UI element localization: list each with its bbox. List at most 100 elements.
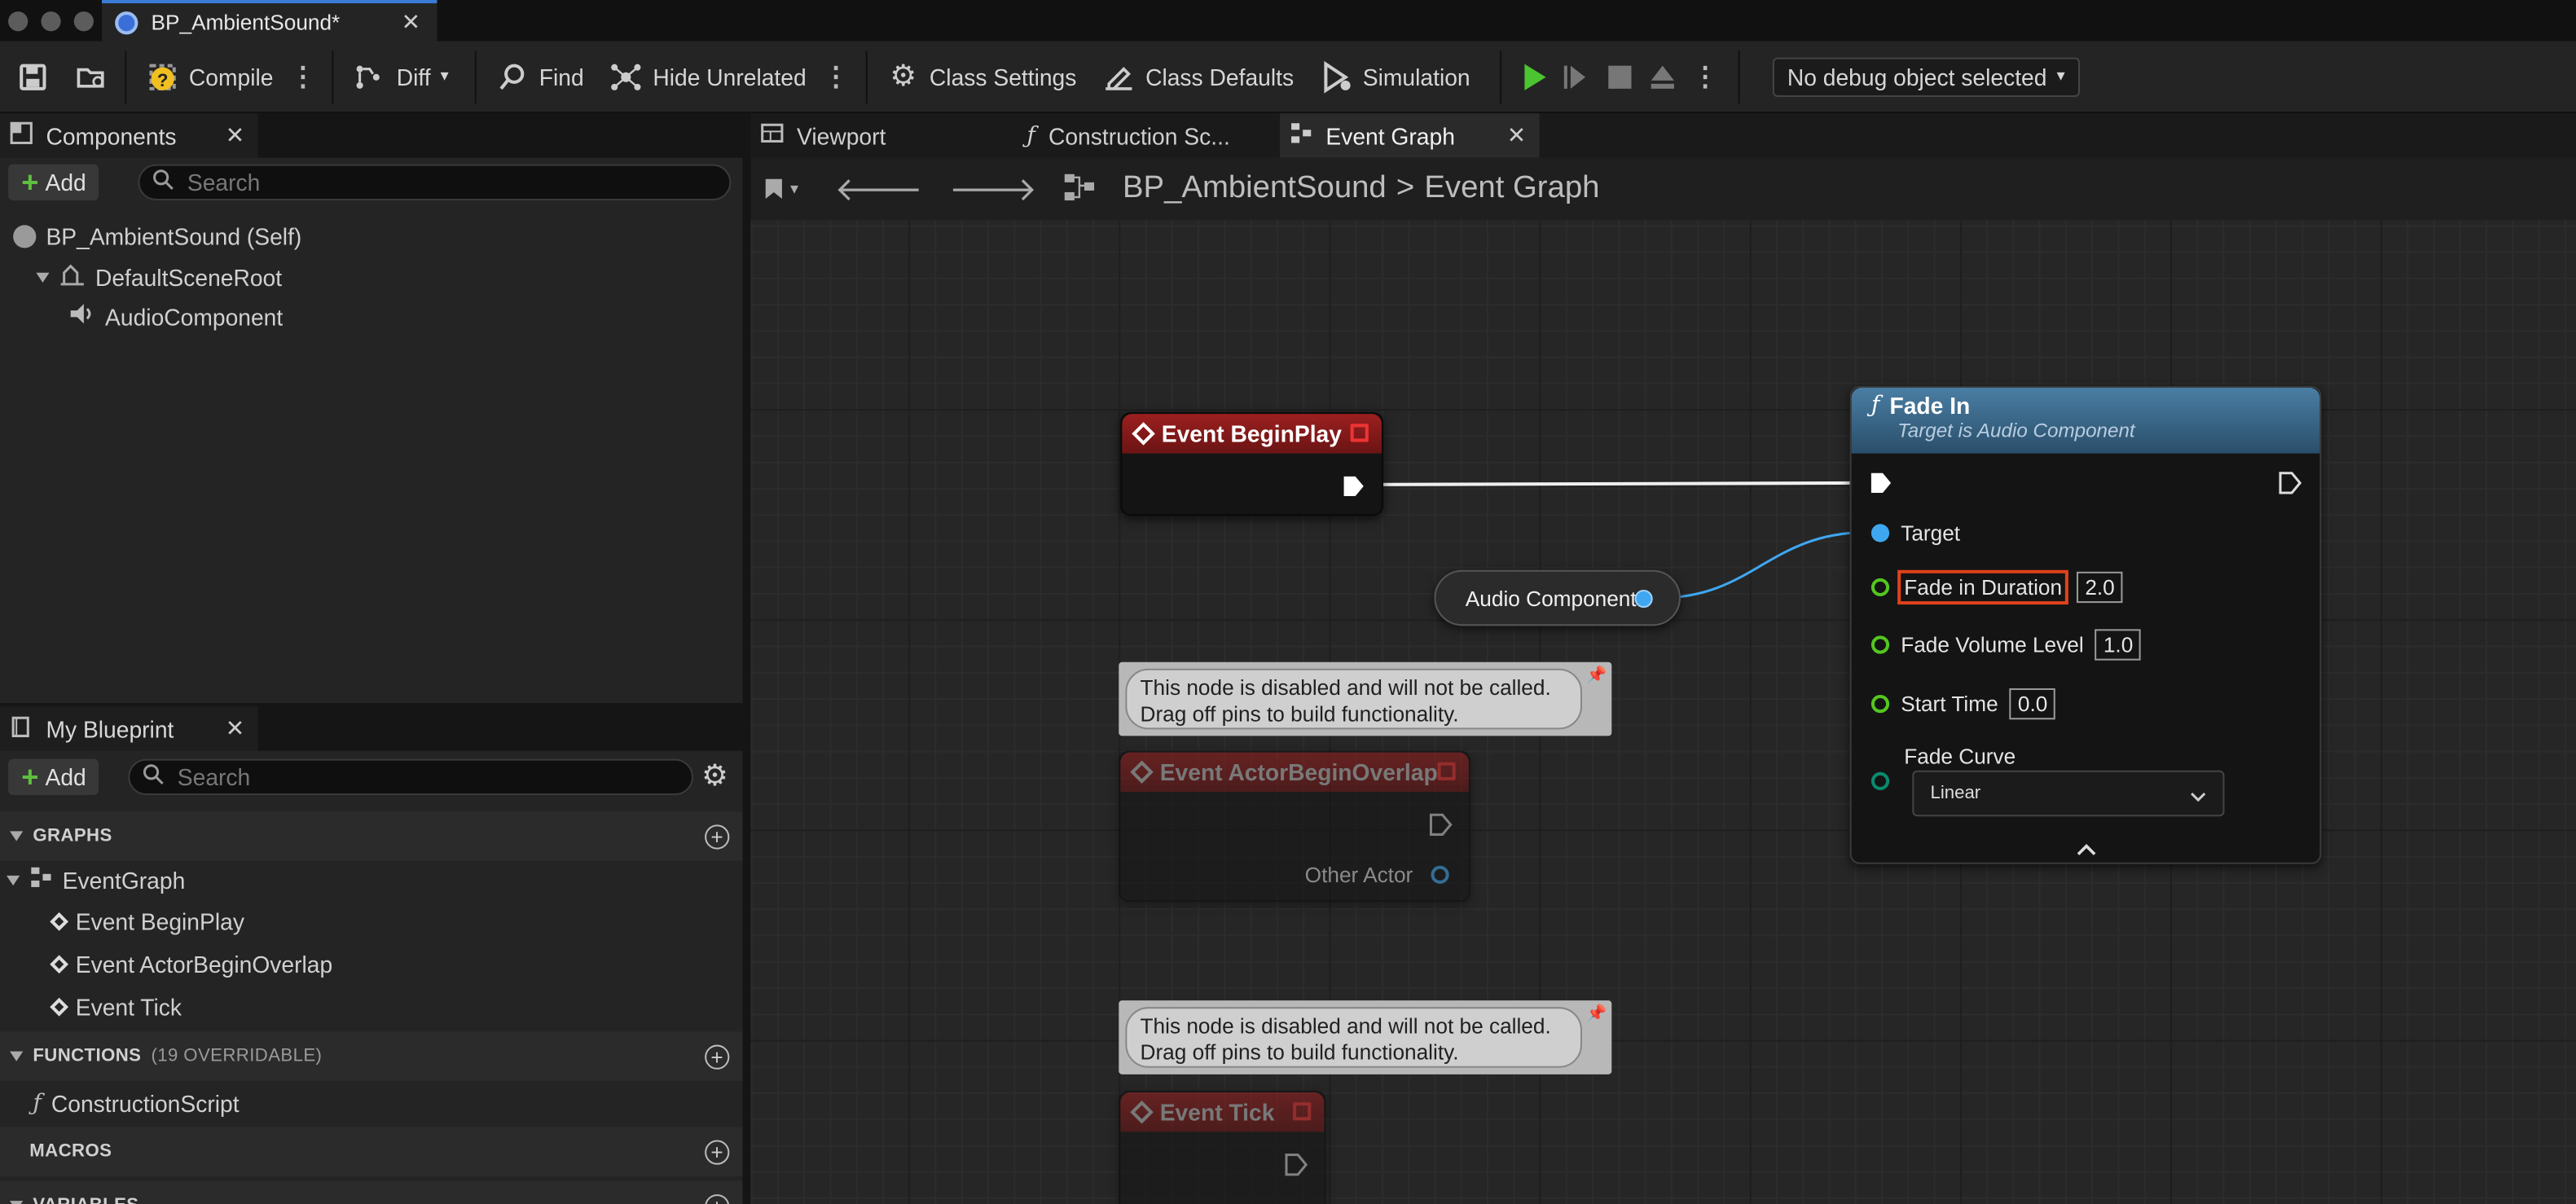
object-out-pin[interactable]	[1431, 865, 1449, 884]
enum-in-pin[interactable]	[1870, 771, 1890, 790]
float-in-pin[interactable]	[1870, 635, 1890, 654]
forward-arrow-icon[interactable]: 🡒	[949, 169, 1037, 209]
pin-icon[interactable]: 📌	[1586, 1005, 1607, 1023]
close-icon[interactable]: ✕	[402, 8, 421, 36]
functions-header-label: FUNCTIONS	[33, 1046, 142, 1066]
function-item-construction-script[interactable]: ƒ ConstructionScript	[33, 1091, 239, 1117]
add-function-icon[interactable]: +	[705, 1044, 730, 1069]
expand-arrow-icon[interactable]	[36, 271, 50, 282]
components-tab[interactable]: Components ✕	[0, 113, 258, 158]
exec-out-pin[interactable]	[1285, 1153, 1308, 1176]
fade-curve-value: Linear	[1930, 783, 1981, 804]
class-defaults-label: Class Defaults	[1145, 63, 1295, 90]
event-tick-node[interactable]: Event Tick	[1119, 1091, 1326, 1204]
my-blueprint-search-input[interactable]: Search	[128, 758, 694, 796]
add-macro-icon[interactable]: +	[705, 1139, 730, 1164]
my-blueprint-tab[interactable]: My Blueprint ✕	[0, 706, 258, 751]
tree-item-label: AudioComponent	[105, 303, 284, 330]
event-beginplay-node[interactable]: Event BeginPlay	[1120, 412, 1383, 516]
node-header: Event BeginPlay	[1122, 414, 1382, 454]
close-icon[interactable]: ✕	[226, 121, 245, 149]
breadcrumb-separator: >	[1396, 170, 1415, 206]
variables-section-header[interactable]: VARIABLES +	[0, 1180, 743, 1204]
pin-label-start-time: Start Time	[1901, 691, 1998, 717]
float-in-pin[interactable]	[1870, 578, 1890, 597]
advance-frame-icon[interactable]	[1561, 60, 1594, 93]
debug-object-value: No debug object selected	[1787, 63, 2047, 90]
chevron-up-icon[interactable]	[2077, 836, 2096, 860]
event-item-begin-play[interactable]: Event BeginPlay	[50, 908, 244, 934]
tab-event-graph[interactable]: Event Graph ✕	[1279, 113, 1540, 158]
tree-item-default-scene-root[interactable]: DefaultSceneRoot	[36, 263, 282, 291]
tree-item-audio-component[interactable]: AudioComponent	[69, 302, 284, 330]
pin-icon[interactable]: 📌	[1586, 667, 1607, 685]
play-icon[interactable]	[1518, 60, 1550, 93]
fade-curve-select[interactable]: Linear	[1912, 770, 2225, 817]
fade-volume-level-input[interactable]: 1.0	[2095, 629, 2142, 661]
stop-icon[interactable]	[1603, 60, 1636, 93]
event-item-actor-begin-overlap[interactable]: Event ActorBeginOverlap	[50, 951, 333, 978]
exec-in-pin[interactable]	[1870, 472, 1892, 494]
gear-icon[interactable]: ⚙	[701, 759, 728, 793]
add-graph-icon[interactable]: +	[705, 824, 730, 849]
close-icon[interactable]: ✕	[1507, 121, 1527, 149]
exec-out-pin[interactable]	[2279, 472, 2302, 494]
compile-options-icon[interactable]: ⋮	[287, 60, 319, 93]
event-item-tick[interactable]: Event Tick	[50, 994, 182, 1020]
object-in-pin[interactable]	[1870, 524, 1890, 543]
diff-label: Diff	[396, 63, 431, 90]
add-variable-icon[interactable]: +	[705, 1193, 730, 1204]
tab-viewport[interactable]: Viewport	[751, 113, 1014, 157]
bookmark-icon[interactable]: ▾	[764, 178, 798, 200]
macros-section-header[interactable]: MACROS +	[0, 1127, 743, 1176]
float-in-pin[interactable]	[1870, 695, 1890, 714]
back-arrow-icon[interactable]: 🡐	[834, 169, 922, 209]
breadcrumb: BP_AmbientSound > Event Graph	[1123, 171, 1600, 207]
add-component-button[interactable]: + Add	[8, 164, 99, 201]
save-button[interactable]	[0, 51, 66, 103]
class-settings-button[interactable]: ⚙ Class Settings	[873, 51, 1089, 103]
expand-arrow-icon[interactable]	[7, 874, 20, 885]
minimize-window-button[interactable]	[41, 11, 61, 31]
event-actorbeginoverlap-node[interactable]: Event ActorBeginOverlap Other Actor	[1119, 750, 1470, 903]
play-options-icon[interactable]: ⋮	[1689, 60, 1721, 93]
add-member-button[interactable]: + Add	[8, 758, 99, 796]
audio-component-node[interactable]: Audio Component	[1434, 569, 1681, 626]
graph-canvas[interactable]: Event BeginPlay Audio Component This nod…	[750, 220, 2576, 1204]
comment-bubble: This node is disabled and will not be ca…	[1125, 668, 1582, 730]
simulation-button[interactable]: Simulation	[1307, 51, 1484, 103]
maximize-window-button[interactable]	[73, 11, 94, 31]
tree-item-self[interactable]: BP_AmbientSound (Self)	[13, 223, 301, 250]
graphs-section-header[interactable]: GRAPHS +	[0, 811, 743, 861]
event-icon	[50, 912, 69, 931]
close-window-button[interactable]	[8, 11, 29, 31]
compile-button[interactable]: ? Compile	[133, 51, 286, 103]
graph-icon	[1063, 172, 1096, 206]
eject-icon[interactable]	[1646, 60, 1678, 93]
exec-out-pin[interactable]	[1429, 813, 1453, 836]
components-search-input[interactable]: Search	[138, 164, 732, 201]
object-out-pin[interactable]	[1634, 589, 1653, 609]
document-tab[interactable]: BP_AmbientSound* ✕	[102, 0, 437, 42]
hide-unrelated-button[interactable]: Hide Unrelated	[597, 51, 820, 103]
hide-unrelated-options-icon[interactable]: ⋮	[820, 60, 852, 93]
compile-status-icon: ?	[146, 60, 178, 93]
close-icon[interactable]: ✕	[226, 714, 245, 742]
pin-label-target: Target	[1901, 521, 1961, 546]
start-time-input[interactable]: 0.0	[2009, 688, 2056, 720]
tree-item-label: EventGraph	[62, 866, 186, 894]
browse-button[interactable]	[66, 51, 119, 103]
find-button[interactable]: Find	[483, 51, 597, 103]
collapse-arrow-icon	[10, 1051, 24, 1061]
breadcrumb-root[interactable]: BP_AmbientSound	[1123, 171, 1387, 207]
tab-construction-script[interactable]: ƒ Construction Sc...	[1017, 113, 1280, 157]
find-icon	[496, 60, 529, 93]
functions-section-header[interactable]: FUNCTIONS (19 OVERRIDABLE) +	[0, 1031, 743, 1081]
exec-out-pin[interactable]	[1343, 475, 1365, 498]
debug-object-select[interactable]: No debug object selected ▾	[1772, 56, 2080, 96]
graph-item-eventgraph[interactable]: EventGraph	[7, 866, 185, 894]
fade-in-node[interactable]: ƒ Fade In Target is Audio Component Targ…	[1849, 385, 2322, 864]
fade-in-duration-input[interactable]: 2.0	[2077, 571, 2123, 604]
class-defaults-button[interactable]: Class Defaults	[1090, 51, 1308, 103]
diff-button[interactable]: Diff ▾	[341, 51, 462, 103]
